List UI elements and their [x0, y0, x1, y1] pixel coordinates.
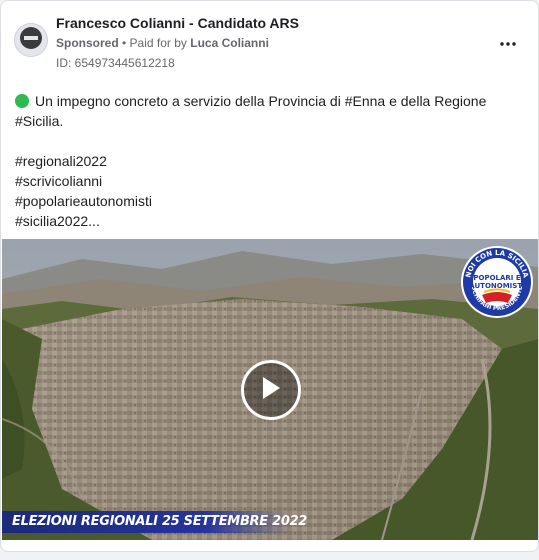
post-header: Francesco Colianni - Candidato ARS Spons… [1, 1, 538, 79]
ad-id: ID: 654973445612218 [56, 56, 175, 70]
sponsored-meta: Sponsored • Paid for by Luca Colianni [56, 36, 269, 50]
page-name[interactable]: Francesco Colianni - Candidato ARS [56, 15, 299, 31]
logo-line1: POPOLARI E [473, 274, 520, 282]
no-entry-icon [19, 26, 43, 55]
more-options-button[interactable] [496, 32, 520, 52]
payer-name: Luca Colianni [190, 36, 269, 50]
hashtag-scrivicolianni[interactable]: #scrivicolianni [15, 171, 525, 191]
post-text-main: Un impegno concreto a servizio della Pro… [15, 91, 525, 131]
party-logo: NOI CON LA SICILIA SCHIFANI PRESIDENTE P… [460, 245, 534, 319]
meta-separator: • [118, 36, 130, 50]
election-banner-text: ELEZIONI REGIONALI 25 SETTEMBRE 2022 [12, 514, 308, 529]
post-text-line1: Un impegno concreto a servizio della Pro… [15, 93, 487, 129]
hashtag-regionali[interactable]: #regionali2022 [15, 151, 525, 171]
page-avatar[interactable] [14, 23, 48, 57]
paid-for-prefix: Paid for by [129, 36, 191, 50]
election-banner: ELEZIONI REGIONALI 25 SETTEMBRE 2022 [2, 511, 307, 533]
hashtag-popolarieautonomisti[interactable]: #popolarieautonomisti [15, 191, 525, 211]
ad-post-card: Francesco Colianni - Candidato ARS Spons… [0, 0, 539, 552]
play-button[interactable] [241, 360, 301, 420]
sponsored-label: Sponsored [56, 36, 119, 50]
hashtag-sicilia2022[interactable]: #sicilia2022... [15, 211, 525, 231]
video-media[interactable]: NOI CON LA SICILIA SCHIFANI PRESIDENTE P… [2, 239, 538, 540]
more-dots-icon [500, 33, 516, 51]
green-circle-icon [15, 94, 29, 108]
play-icon [260, 375, 282, 406]
post-text: Un impegno concreto a servizio della Pro… [15, 91, 525, 231]
